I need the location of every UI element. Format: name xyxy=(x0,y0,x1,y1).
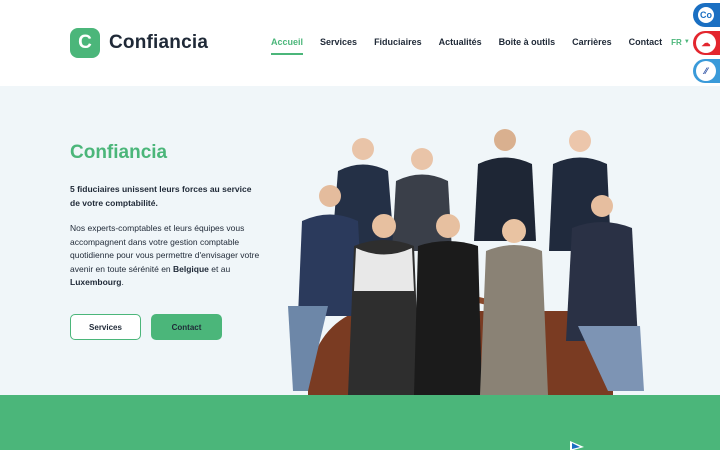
cloud-icon: ☁ xyxy=(696,33,716,53)
decorative-shape-icon xyxy=(570,441,584,450)
side-link-co[interactable]: Co xyxy=(693,3,720,27)
side-icon-bar: Co ☁ ⁄⁄ xyxy=(693,3,720,87)
logo-mark: C xyxy=(70,28,100,58)
app-icon: ⁄⁄ xyxy=(696,61,716,81)
hero-body: Nos experts-comptables et leurs équipes … xyxy=(70,223,260,287)
language-label: FR xyxy=(671,37,682,47)
nav-item-carrieres[interactable]: Carrières xyxy=(572,37,612,47)
nav-item-accueil[interactable]: Accueil xyxy=(271,37,304,55)
logo[interactable]: C Confiancia xyxy=(70,28,208,58)
nav-item-fiduciaires[interactable]: Fiduciaires xyxy=(374,37,422,47)
main-nav: Accueil Services Fiduciaires Actualités … xyxy=(271,37,690,55)
green-band xyxy=(0,395,720,450)
caret-down-icon: ▼ xyxy=(683,39,690,45)
contact-button[interactable]: Contact xyxy=(151,314,222,340)
hero-section: Confiancia 5 fiduciaires unissent leurs … xyxy=(0,86,720,395)
nav-item-services[interactable]: Services xyxy=(320,37,357,47)
team-photo xyxy=(288,129,644,395)
services-button[interactable]: Services xyxy=(70,314,141,340)
language-selector[interactable]: FR ▼ xyxy=(671,38,690,47)
hero-lead: 5 fiduciaires unissent leurs forces au s… xyxy=(70,184,252,208)
nav-item-boite-a-outils[interactable]: Boite à outils xyxy=(499,37,556,47)
logo-text: Confiancia xyxy=(109,32,209,53)
co-icon: Co xyxy=(696,5,716,25)
site-header: C Confiancia Accueil Services Fiduciaire… xyxy=(0,0,720,86)
hero-title: Confiancia xyxy=(70,142,168,163)
nav-item-actualites[interactable]: Actualités xyxy=(439,37,482,47)
nav-item-contact[interactable]: Contact xyxy=(629,37,663,47)
side-link-app[interactable]: ⁄⁄ xyxy=(693,59,720,83)
side-link-cloud[interactable]: ☁ xyxy=(693,31,720,55)
